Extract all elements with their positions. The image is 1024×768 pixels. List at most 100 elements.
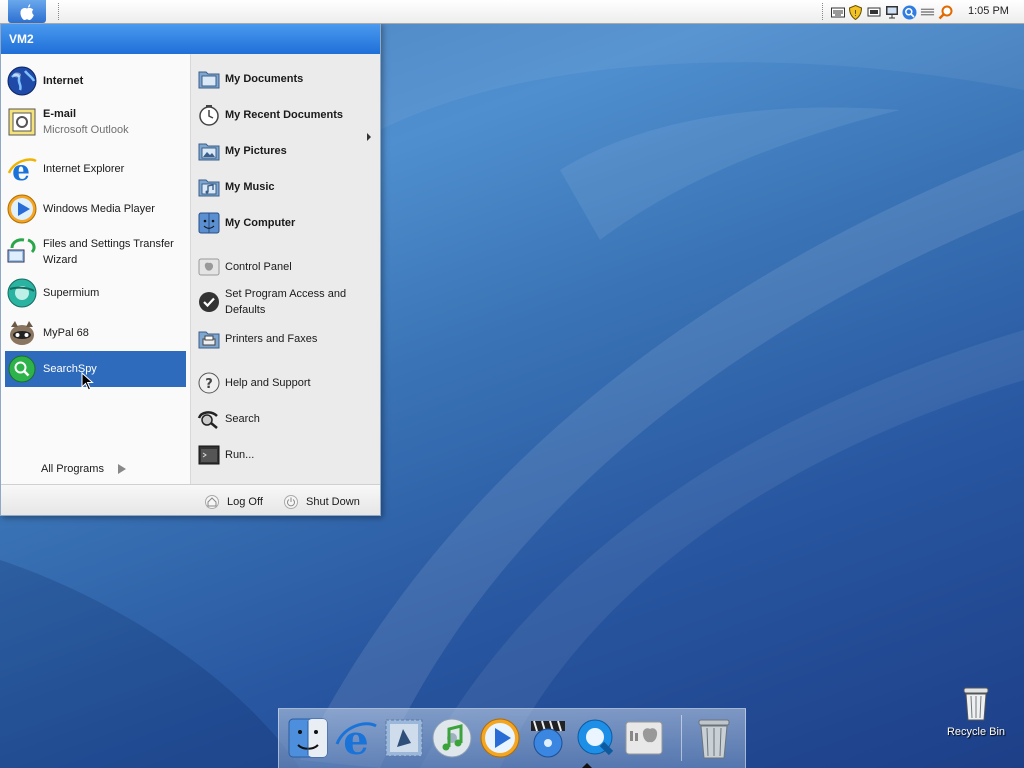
security-shield-icon[interactable]: ! <box>848 4 863 20</box>
place-item-my-documents[interactable]: My Documents <box>197 67 377 91</box>
network-icon[interactable] <box>884 5 899 20</box>
documents-folder-icon <box>197 67 221 91</box>
place-item-my-recent-documents[interactable]: My Recent Documents <box>197 103 377 127</box>
all-programs-button[interactable]: All Programs <box>41 463 126 475</box>
dock: e <box>278 708 746 768</box>
program-item-mypal[interactable]: MyPal 68 <box>5 315 186 351</box>
place-item-my-computer[interactable]: My Computer <box>197 211 377 235</box>
program-label: MyPal 68 <box>43 327 89 339</box>
start-menu-user: VM2 <box>1 23 380 54</box>
media-player-icon[interactable] <box>477 715 523 761</box>
clock[interactable]: 1:05 PM <box>968 5 1009 17</box>
program-item-internet-explorer[interactable]: e Internet Explorer <box>5 151 186 187</box>
all-programs-label: All Programs <box>41 463 104 475</box>
program-item-internet[interactable]: Internet <box>5 63 186 99</box>
place-label: Help and Support <box>225 377 311 389</box>
recent-documents-icon <box>197 103 221 127</box>
shut-down-button[interactable]: Shut Down <box>284 495 360 509</box>
chevron-right-icon <box>117 464 126 474</box>
place-label: My Computer <box>225 217 296 229</box>
place-item-my-music[interactable]: My Music <box>197 175 377 199</box>
transfer-wizard-icon <box>5 235 39 269</box>
place-item-program-access[interactable]: Set Program Access and Defaults <box>197 285 377 319</box>
volume-icon[interactable] <box>920 5 935 20</box>
svg-text:?: ? <box>205 377 213 392</box>
place-label: Set Program Access and Defaults <box>225 288 347 316</box>
program-label: Internet Explorer <box>43 163 125 175</box>
place-label: My Recent Documents <box>225 109 343 121</box>
help-icon: ? <box>197 371 221 395</box>
start-menu: VM2 Internet E-mail Microsoft Outlook e … <box>0 22 381 516</box>
svg-text:!: ! <box>854 9 857 18</box>
pictures-folder-icon <box>197 139 221 163</box>
control-panel-icon <box>197 255 221 279</box>
mypal-icon <box>5 316 39 350</box>
globe-icon <box>5 64 39 98</box>
search-icon <box>197 407 221 431</box>
program-item-supermium[interactable]: Supermium <box>5 275 186 311</box>
quicktime-icon[interactable] <box>573 715 619 761</box>
trash-icon[interactable] <box>691 715 737 761</box>
power-icon <box>284 495 298 509</box>
control-panel-icon[interactable] <box>621 715 667 761</box>
media-player-icon <box>5 192 39 226</box>
program-item-email[interactable]: E-mail Microsoft Outlook <box>5 103 186 141</box>
dvd-player-icon[interactable] <box>525 715 571 761</box>
program-item-transfer-wizard[interactable]: Files and Settings Transfer Wizard <box>5 231 186 273</box>
internet-explorer-icon[interactable]: e <box>333 715 379 761</box>
dock-separator <box>681 715 682 761</box>
running-indicator <box>582 763 592 768</box>
place-label: My Pictures <box>225 145 287 157</box>
program-item-searchspy[interactable]: SearchSpy <box>5 351 186 387</box>
internet-explorer-icon: e <box>5 152 39 186</box>
program-label: Supermium <box>43 287 100 299</box>
recycle-bin-icon <box>960 686 992 722</box>
menu-bar: ! 1:05 PM <box>0 0 1024 24</box>
place-label: Control Panel <box>225 261 292 273</box>
program-item-windows-media-player[interactable]: Windows Media Player <box>5 191 186 227</box>
home-icon <box>205 495 219 509</box>
place-item-run[interactable]: Run... <box>197 443 377 467</box>
mail-icon[interactable] <box>381 715 427 761</box>
music-folder-icon <box>197 175 221 199</box>
mouse-cursor-icon <box>81 372 94 391</box>
place-item-help-support[interactable]: ? Help and Support <box>197 371 377 395</box>
place-label: Search <box>225 413 260 425</box>
recycle-bin[interactable]: Recycle Bin <box>940 686 1012 738</box>
program-label: Internet <box>43 75 84 87</box>
program-sublabel: Microsoft Outlook <box>43 124 129 136</box>
program-label: Files and Settings Transfer Wizard <box>43 238 174 266</box>
menu-separator <box>58 3 59 20</box>
apple-logo-icon <box>20 3 34 20</box>
apple-menu-button[interactable] <box>8 0 46 23</box>
run-icon <box>197 443 221 467</box>
computer-icon <box>197 211 221 235</box>
start-menu-footer: Log Off Shut Down <box>1 484 380 515</box>
program-label: Windows Media Player <box>43 203 155 215</box>
keyboard-icon[interactable] <box>830 5 845 20</box>
place-label: Run... <box>225 449 255 461</box>
supermium-icon <box>5 276 39 310</box>
log-off-button[interactable]: Log Off <box>205 495 263 509</box>
finder-icon[interactable] <box>285 715 331 761</box>
mail-icon <box>5 105 39 139</box>
place-label: My Music <box>225 181 275 193</box>
program-label: E-mail <box>43 108 77 120</box>
place-item-control-panel[interactable]: Control Panel <box>197 255 377 279</box>
recycle-bin-label: Recycle Bin <box>946 726 1006 738</box>
place-item-printers-faxes[interactable]: Printers and Faxes <box>197 327 377 351</box>
battery-icon[interactable] <box>866 5 881 20</box>
log-off-label: Log Off <box>227 496 263 508</box>
itunes-icon[interactable] <box>429 715 475 761</box>
place-label: My Documents <box>225 73 304 85</box>
system-tray: ! <box>830 3 953 21</box>
place-item-search[interactable]: Search <box>197 407 377 431</box>
search-icon[interactable] <box>902 5 917 20</box>
spotlight-icon[interactable] <box>938 5 953 20</box>
shut-down-label: Shut Down <box>306 496 360 508</box>
tray-separator <box>822 3 823 20</box>
printer-icon <box>197 327 221 351</box>
place-item-my-pictures[interactable]: My Pictures <box>197 139 377 163</box>
place-label: Printers and Faxes <box>225 333 318 345</box>
searchspy-icon <box>5 352 39 386</box>
